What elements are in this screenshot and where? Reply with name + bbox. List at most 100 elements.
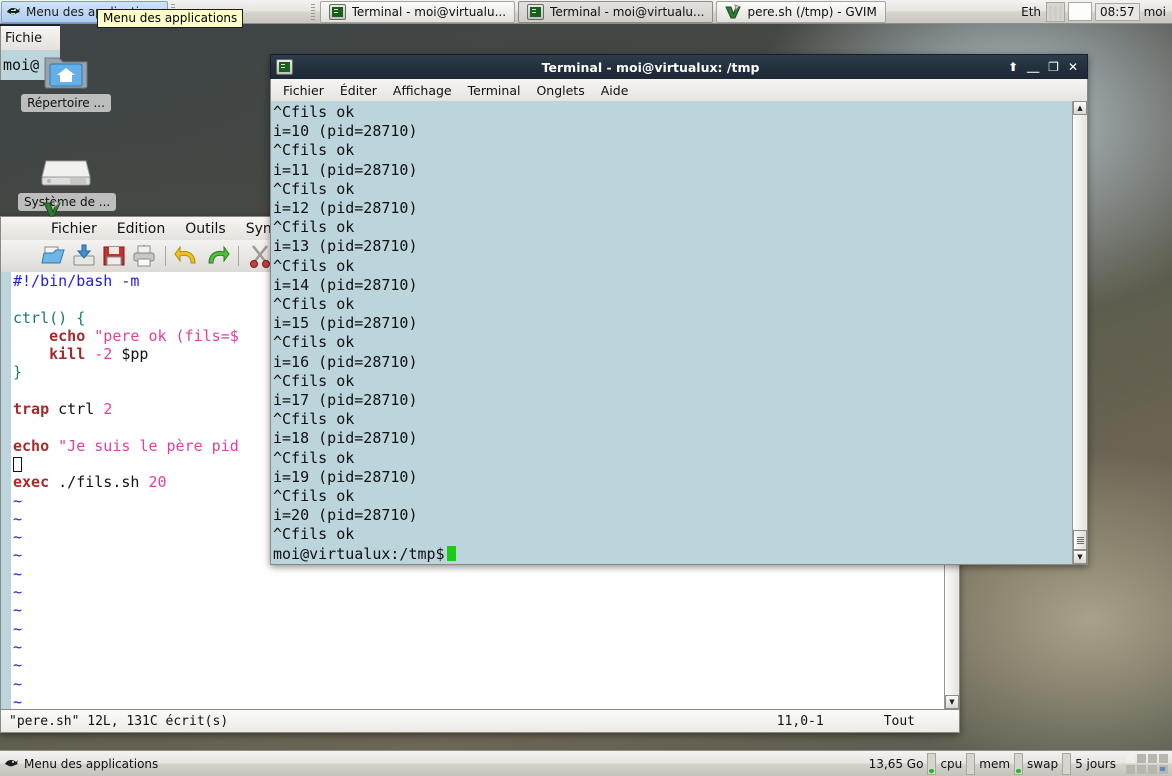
gvim-empty-line-marker: ~ bbox=[13, 583, 23, 602]
save-as-icon[interactable] bbox=[71, 243, 97, 269]
terminal-menubar[interactable]: Fichier Éditer Affichage Terminal Onglet… bbox=[270, 79, 1088, 101]
gvim-code-segment: } bbox=[13, 363, 23, 382]
workspace-6[interactable] bbox=[1137, 764, 1146, 774]
gvim-code-segment bbox=[85, 345, 94, 363]
clock[interactable]: 08:57 bbox=[1095, 2, 1140, 21]
uptime-meter[interactable] bbox=[1062, 752, 1072, 775]
desktop-icon-home[interactable]: Répertoire ... bbox=[18, 50, 114, 112]
maximize-button[interactable]: ❐ bbox=[1048, 61, 1059, 73]
gvim-icon bbox=[42, 200, 62, 218]
shade-button[interactable]: ⬆ bbox=[1008, 61, 1018, 73]
network-monitor-label[interactable]: Eth bbox=[1016, 5, 1046, 19]
terminal-line: ^Cfils ok bbox=[273, 141, 355, 160]
gvim-cursor bbox=[13, 456, 22, 472]
gvim-code-segment: kill bbox=[49, 345, 86, 364]
terminal-titlebar[interactable]: Terminal - moi@virtualux: /tmp ⬆ ＿ ❐ ✕ bbox=[270, 54, 1088, 79]
gvim-code-segment: -2 bbox=[94, 345, 113, 364]
taskbar-item-terminal-1[interactable]: Terminal - moi@virtualu... bbox=[319, 0, 516, 23]
cpu-label: cpu bbox=[940, 756, 963, 771]
gvim-empty-line-marker: ~ bbox=[13, 692, 23, 709]
gvim-code-segment: #!/bin/bash -m bbox=[13, 272, 140, 290]
open-file-icon[interactable] bbox=[41, 243, 67, 269]
gvim-left-gutter bbox=[1, 272, 11, 709]
terminal-line: i=16 (pid=28710) bbox=[273, 352, 418, 371]
workspace-3[interactable] bbox=[1148, 753, 1157, 763]
gvim-empty-line-marker: ~ bbox=[13, 564, 23, 583]
cpu-meter[interactable] bbox=[927, 752, 937, 775]
terminal-prompt-line[interactable]: moi@virtualux:/tmp$ bbox=[273, 545, 1072, 564]
bottom-applications-menu-label[interactable]: Menu des applications bbox=[24, 757, 158, 771]
network-graph-icon[interactable] bbox=[1046, 1, 1066, 22]
workspace-8[interactable] bbox=[1159, 764, 1168, 774]
terminal-line: ^Cfils ok bbox=[273, 448, 355, 467]
gvim-code-segment: "pere ok (fils=$ bbox=[94, 326, 239, 345]
workspace-switcher[interactable] bbox=[1126, 753, 1168, 774]
desktop: Répertoire ... Système de ... Fichie moi… bbox=[0, 0, 1172, 776]
terminal-body[interactable]: ^Cfils ok i=10 (pid=28710) ^Cfils ok i=11 (… bbox=[270, 101, 1088, 565]
redo-icon[interactable] bbox=[204, 243, 230, 269]
terminal-menu-affichage[interactable]: Affichage bbox=[385, 81, 460, 100]
gvim-status-position: 11,0-1 bbox=[776, 713, 824, 729]
terminal-line: i=19 (pid=28710) bbox=[273, 467, 418, 486]
workspace-1[interactable] bbox=[1126, 753, 1135, 763]
terminal-line: ^Cfils ok bbox=[273, 179, 355, 198]
terminal-line: i=11 (pid=28710) bbox=[273, 160, 418, 179]
taskbar-item-terminal-2[interactable]: Terminal - moi@virtualu... bbox=[518, 0, 714, 23]
mem-meter[interactable] bbox=[966, 752, 976, 775]
gvim-code-segment bbox=[49, 437, 58, 455]
terminal-menu-terminal[interactable]: Terminal bbox=[460, 81, 529, 100]
gvim-status-view: Tout bbox=[883, 713, 915, 729]
workspace-2[interactable] bbox=[1137, 753, 1146, 763]
system-tray: Eth 08:57 moi bbox=[1016, 0, 1172, 24]
terminal-line: ^Cfils ok bbox=[273, 410, 355, 429]
terminal-icon bbox=[276, 59, 293, 75]
gvim-menu-fichier[interactable]: Fichier bbox=[41, 219, 107, 239]
terminal-line: ^Cfils ok bbox=[273, 103, 355, 121]
undo-icon[interactable] bbox=[174, 243, 200, 269]
terminal-menu-fichier[interactable]: Fichier bbox=[275, 81, 332, 100]
close-button[interactable]: ✕ bbox=[1068, 61, 1078, 73]
workspace-7[interactable] bbox=[1148, 764, 1157, 774]
home-folder-icon bbox=[43, 50, 89, 90]
terminal-line: i=17 (pid=28710) bbox=[273, 391, 418, 410]
gvim-menu-outils[interactable]: Outils bbox=[175, 219, 235, 239]
terminal-cursor bbox=[446, 545, 456, 561]
terminal-icon bbox=[527, 3, 545, 20]
tray-placeholder-icon[interactable] bbox=[1068, 2, 1093, 21]
terminal-menu-editer[interactable]: Éditer bbox=[332, 81, 385, 100]
terminal-output[interactable]: ^Cfils ok i=10 (pid=28710) ^Cfils ok i=11 (… bbox=[271, 101, 1072, 564]
mem-label: mem bbox=[979, 756, 1011, 771]
terminal-line: i=20 (pid=28710) bbox=[273, 506, 418, 525]
terminal-scroll-up-arrow[interactable]: ▲ bbox=[1073, 101, 1087, 115]
toolbar-separator bbox=[165, 246, 166, 266]
print-icon[interactable] bbox=[131, 243, 157, 269]
terminal-scroll-down-arrow[interactable]: ▼ bbox=[1073, 550, 1087, 564]
user-label[interactable]: moi bbox=[1144, 5, 1172, 19]
gvim-code-segment: 20 bbox=[148, 473, 167, 492]
workspace-4[interactable] bbox=[1159, 753, 1168, 763]
terminal-vertical-scrollbar[interactable]: ▲ ▼ bbox=[1072, 101, 1087, 564]
background-terminal-menubar[interactable]: Fichie bbox=[0, 26, 60, 50]
menu-item-fichier[interactable]: Fichie bbox=[5, 31, 42, 46]
swap-meter[interactable] bbox=[1014, 752, 1024, 775]
terminal-scrollbar-thumb[interactable] bbox=[1073, 530, 1087, 550]
uptime-label: 5 jours bbox=[1075, 756, 1116, 771]
taskbar-item-label: Terminal - moi@virtualu... bbox=[351, 4, 507, 19]
gvim-empty-line-marker: ~ bbox=[13, 674, 23, 693]
terminal-line: ^Cfils ok bbox=[273, 333, 355, 352]
gvim-menu-edition[interactable]: Edition bbox=[107, 219, 175, 239]
gvim-empty-line-marker: ~ bbox=[13, 637, 23, 656]
tasklist-grip[interactable] bbox=[310, 3, 315, 20]
desktop-icon-filesystem[interactable]: Système de ... bbox=[18, 155, 117, 211]
mouse-icon bbox=[4, 757, 19, 770]
gvim-scroll-down-arrow[interactable]: ▼ bbox=[945, 695, 959, 709]
terminal-line: ^Cfils ok bbox=[273, 256, 355, 275]
terminal-window[interactable]: Terminal - moi@virtualux: /tmp ⬆ ＿ ❐ ✕ F… bbox=[270, 54, 1088, 565]
taskbar-item-gvim[interactable]: pere.sh (/tmp) - GVIM bbox=[716, 0, 886, 23]
terminal-menu-onglets[interactable]: Onglets bbox=[528, 81, 592, 100]
workspace-5[interactable] bbox=[1126, 764, 1135, 774]
terminal-menu-aide[interactable]: Aide bbox=[593, 81, 637, 100]
terminal-scrollbar-track[interactable] bbox=[1073, 115, 1087, 530]
save-icon[interactable] bbox=[101, 243, 127, 269]
minimize-button[interactable]: ＿ bbox=[1027, 61, 1039, 73]
